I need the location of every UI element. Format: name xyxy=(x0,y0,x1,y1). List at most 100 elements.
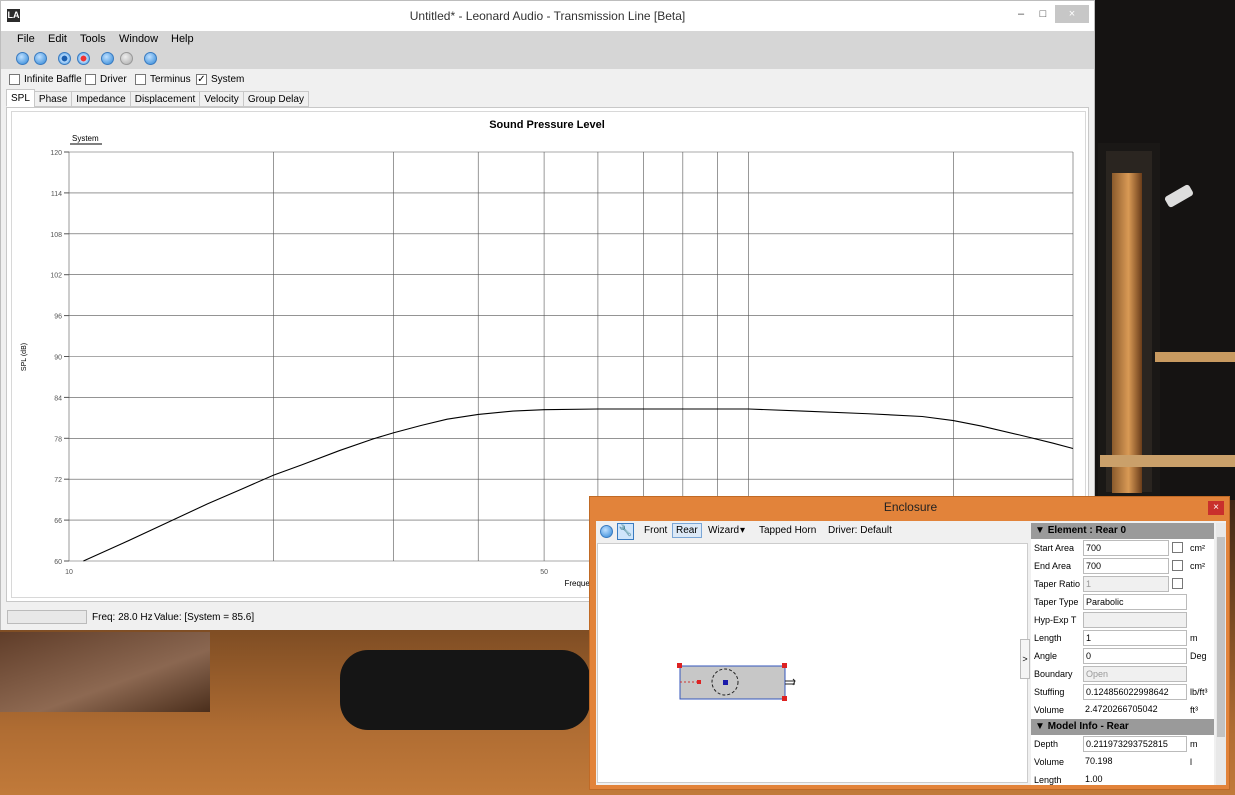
handle-top-right xyxy=(782,663,787,668)
y-tick-label: 84 xyxy=(54,395,62,402)
progress-bar xyxy=(7,610,87,624)
tab-impedance[interactable]: Impedance xyxy=(71,91,131,107)
tab-displacement[interactable]: Displacement xyxy=(129,91,201,107)
property-unit: ft³ xyxy=(1190,705,1198,715)
enclosure-title: Enclosure xyxy=(883,500,938,514)
view-options: Infinite Baffle Driver Terminus ✓ System xyxy=(1,69,1094,89)
property-checkbox[interactable] xyxy=(1172,578,1183,589)
chevron-down-icon[interactable]: ▾ xyxy=(740,525,745,536)
property-value[interactable]: 0.124856022998642 xyxy=(1083,684,1187,700)
property-checkbox[interactable] xyxy=(1172,560,1183,571)
handle-bottom-right xyxy=(782,696,787,701)
menu-bar: File Edit Tools Window Help xyxy=(1,31,1094,49)
enclosure-canvas[interactable] xyxy=(597,543,1028,783)
element-header[interactable]: ▼ Element : Rear 0 xyxy=(1031,523,1214,539)
property-value[interactable]: 1 xyxy=(1083,630,1187,646)
x-tick-label: 50 xyxy=(540,569,548,576)
x-tick-label: 10 xyxy=(65,569,73,576)
property-row: Hyp-Exp T xyxy=(1031,611,1214,629)
tab-spl[interactable]: SPL xyxy=(6,89,35,107)
property-value[interactable]: 700 xyxy=(1083,540,1169,556)
shelf-lower xyxy=(1100,455,1235,467)
model-info-header[interactable]: ▼ Model Info - Rear xyxy=(1031,719,1214,735)
properties-scrollbar[interactable] xyxy=(1216,523,1226,785)
model-value: 0.211973293752815 xyxy=(1083,736,1187,752)
toolbar xyxy=(1,49,1094,69)
desk-object xyxy=(340,650,590,730)
rear-button[interactable]: Rear xyxy=(672,523,702,538)
property-label: Length xyxy=(1034,633,1062,643)
menu-edit[interactable]: Edit xyxy=(48,33,67,45)
play-icon[interactable] xyxy=(144,52,157,65)
close-button[interactable]: × xyxy=(1055,5,1089,23)
model-value: 1.00 xyxy=(1085,774,1103,784)
property-checkbox[interactable] xyxy=(1172,542,1183,553)
rewind-icon[interactable] xyxy=(16,52,29,65)
panel-expander[interactable]: > xyxy=(1020,639,1030,679)
rewind-alt-icon[interactable] xyxy=(34,52,47,65)
y-tick-label: 60 xyxy=(54,559,62,566)
driver-button[interactable]: Driver: Default xyxy=(828,525,892,536)
property-unit: Deg xyxy=(1190,651,1207,661)
y-tick-label: 72 xyxy=(54,477,62,484)
menu-tools[interactable]: Tools xyxy=(80,33,106,45)
system-checkbox[interactable]: ✓ System xyxy=(196,73,244,85)
wizard-button[interactable]: Wizard xyxy=(708,525,739,536)
menu-window[interactable]: Window xyxy=(119,33,158,45)
maximize-button[interactable]: □ xyxy=(1033,5,1053,23)
property-value: Open xyxy=(1083,666,1187,682)
cabinet-door xyxy=(1098,143,1160,500)
y-tick-label: 78 xyxy=(54,436,62,443)
y-tick-label: 96 xyxy=(54,314,62,321)
window-title: Untitled* - Leonard Audio - Transmission… xyxy=(409,9,686,23)
infinite-baffle-checkbox[interactable]: Infinite Baffle xyxy=(9,73,82,85)
property-row: Taper Ratio 1 xyxy=(1031,575,1214,593)
model-label: Volume xyxy=(1034,757,1065,767)
tab-phase[interactable]: Phase xyxy=(33,91,73,107)
property-label: Volume xyxy=(1034,705,1065,715)
play-back-icon[interactable] xyxy=(101,52,114,65)
y-tick-label: 114 xyxy=(51,191,62,198)
property-row: Length 1 m xyxy=(1031,629,1214,647)
property-row: Stuffing 0.124856022998642 lb/ft³ xyxy=(1031,683,1214,701)
handle-top-left xyxy=(677,663,682,668)
property-value[interactable]: 2.4720266705042 xyxy=(1083,702,1187,718)
y-tick-label: 120 xyxy=(50,150,62,157)
terminus-checkbox[interactable]: Terminus xyxy=(135,73,191,85)
record-red-icon[interactable] xyxy=(77,52,90,65)
model-value: 70.198 xyxy=(1085,756,1113,766)
floor-rug xyxy=(0,632,210,712)
y-tick-label: 66 xyxy=(54,518,62,525)
property-unit: cm² xyxy=(1190,543,1205,553)
enclosure-close-button[interactable]: × xyxy=(1208,501,1224,515)
model-label: Depth xyxy=(1034,739,1059,749)
enclosure-diagram[interactable] xyxy=(598,544,1027,782)
model-label: Length xyxy=(1034,775,1062,785)
tab-velocity[interactable]: Velocity xyxy=(199,91,244,107)
property-value[interactable]: 700 xyxy=(1083,558,1169,574)
property-label: End Area xyxy=(1034,561,1072,571)
properties-pane: ▼ Element : Rear 0 Start Area 700 cm² End A… xyxy=(1031,523,1214,785)
tapped-horn-button[interactable]: Tapped Horn xyxy=(759,525,816,536)
play-icon[interactable] xyxy=(600,525,613,538)
property-label: Stuffing xyxy=(1034,687,1065,697)
property-label: Angle xyxy=(1034,651,1058,661)
property-value[interactable]: 0 xyxy=(1083,648,1187,664)
property-row: End Area 700 cm² xyxy=(1031,557,1214,575)
wrench-icon[interactable]: 🔧 xyxy=(617,523,634,540)
y-axis-label: SPL (dB) xyxy=(21,343,28,371)
title-bar[interactable]: LA Untitled* - Leonard Audio - Transmiss… xyxy=(1,1,1094,31)
menu-help[interactable]: Help xyxy=(171,33,194,45)
menu-file[interactable]: File xyxy=(17,33,35,45)
record-dot-icon[interactable] xyxy=(58,52,71,65)
property-row: Taper Type Parabolic xyxy=(1031,593,1214,611)
tab-group-delay[interactable]: Group Delay xyxy=(242,91,309,107)
driver-checkbox[interactable]: Driver xyxy=(85,73,127,85)
property-row: Start Area 700 cm² xyxy=(1031,539,1214,557)
property-label: Taper Ratio xyxy=(1034,579,1081,589)
property-value[interactable]: Parabolic xyxy=(1083,594,1187,610)
front-button[interactable]: Front xyxy=(644,525,667,536)
minimize-button[interactable]: – xyxy=(1011,5,1031,23)
property-label: Boundary xyxy=(1034,669,1073,679)
property-unit: lb/ft³ xyxy=(1190,687,1208,697)
